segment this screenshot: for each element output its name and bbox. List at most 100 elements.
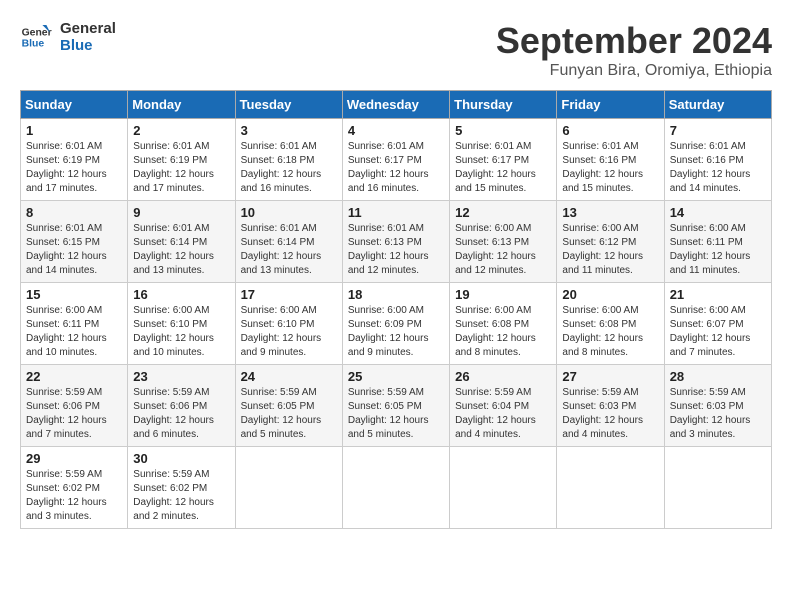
cell-2-4: 12 Sunrise: 6:00 AM Sunset: 6:13 PM Dayl… — [450, 201, 557, 283]
day-number: 27 — [562, 369, 658, 384]
cell-5-6 — [664, 447, 771, 529]
day-number: 28 — [670, 369, 766, 384]
day-number: 3 — [241, 123, 337, 138]
day-info: Sunrise: 5:59 AM Sunset: 6:04 PM Dayligh… — [455, 387, 536, 440]
day-number: 12 — [455, 205, 551, 220]
logo-text-blue: Blue — [60, 37, 116, 54]
cell-3-5: 20 Sunrise: 6:00 AM Sunset: 6:08 PM Dayl… — [557, 283, 664, 365]
cell-5-5 — [557, 447, 664, 529]
day-info: Sunrise: 6:00 AM Sunset: 6:10 PM Dayligh… — [133, 305, 214, 358]
cell-1-3: 4 Sunrise: 6:01 AM Sunset: 6:17 PM Dayli… — [342, 119, 449, 201]
day-info: Sunrise: 6:00 AM Sunset: 6:11 PM Dayligh… — [26, 305, 107, 358]
cell-5-4 — [450, 447, 557, 529]
cell-2-2: 10 Sunrise: 6:01 AM Sunset: 6:14 PM Dayl… — [235, 201, 342, 283]
header-monday: Monday — [128, 91, 235, 119]
day-info: Sunrise: 5:59 AM Sunset: 6:06 PM Dayligh… — [133, 387, 214, 440]
cell-2-1: 9 Sunrise: 6:01 AM Sunset: 6:14 PM Dayli… — [128, 201, 235, 283]
weekday-header-row: Sunday Monday Tuesday Wednesday Thursday… — [21, 91, 772, 119]
day-info: Sunrise: 6:01 AM Sunset: 6:17 PM Dayligh… — [348, 141, 429, 194]
cell-2-0: 8 Sunrise: 6:01 AM Sunset: 6:15 PM Dayli… — [21, 201, 128, 283]
day-info: Sunrise: 6:00 AM Sunset: 6:10 PM Dayligh… — [241, 305, 322, 358]
day-info: Sunrise: 6:00 AM Sunset: 6:09 PM Dayligh… — [348, 305, 429, 358]
day-info: Sunrise: 6:00 AM Sunset: 6:07 PM Dayligh… — [670, 305, 751, 358]
week-row-4: 22 Sunrise: 5:59 AM Sunset: 6:06 PM Dayl… — [21, 365, 772, 447]
day-info: Sunrise: 6:01 AM Sunset: 6:14 PM Dayligh… — [133, 223, 214, 276]
day-info: Sunrise: 6:01 AM Sunset: 6:17 PM Dayligh… — [455, 141, 536, 194]
day-info: Sunrise: 5:59 AM Sunset: 6:05 PM Dayligh… — [348, 387, 429, 440]
day-number: 14 — [670, 205, 766, 220]
day-number: 8 — [26, 205, 122, 220]
day-info: Sunrise: 6:01 AM Sunset: 6:15 PM Dayligh… — [26, 223, 107, 276]
day-number: 22 — [26, 369, 122, 384]
day-number: 10 — [241, 205, 337, 220]
cell-3-6: 21 Sunrise: 6:00 AM Sunset: 6:07 PM Dayl… — [664, 283, 771, 365]
cell-1-1: 2 Sunrise: 6:01 AM Sunset: 6:19 PM Dayli… — [128, 119, 235, 201]
day-number: 29 — [26, 451, 122, 466]
day-number: 11 — [348, 205, 444, 220]
month-title: September 2024 — [496, 20, 772, 62]
day-info: Sunrise: 6:01 AM Sunset: 6:19 PM Dayligh… — [133, 141, 214, 194]
cell-4-2: 24 Sunrise: 5:59 AM Sunset: 6:05 PM Dayl… — [235, 365, 342, 447]
day-info: Sunrise: 6:00 AM Sunset: 6:11 PM Dayligh… — [670, 223, 751, 276]
cell-4-6: 28 Sunrise: 5:59 AM Sunset: 6:03 PM Dayl… — [664, 365, 771, 447]
day-number: 4 — [348, 123, 444, 138]
cell-4-1: 23 Sunrise: 5:59 AM Sunset: 6:06 PM Dayl… — [128, 365, 235, 447]
day-number: 1 — [26, 123, 122, 138]
header-thursday: Thursday — [450, 91, 557, 119]
header-friday: Friday — [557, 91, 664, 119]
cell-5-2 — [235, 447, 342, 529]
title-section: September 2024 Funyan Bira, Oromiya, Eth… — [496, 20, 772, 80]
cell-5-3 — [342, 447, 449, 529]
cell-4-3: 25 Sunrise: 5:59 AM Sunset: 6:05 PM Dayl… — [342, 365, 449, 447]
day-number: 19 — [455, 287, 551, 302]
week-row-3: 15 Sunrise: 6:00 AM Sunset: 6:11 PM Dayl… — [21, 283, 772, 365]
logo: General Blue General Blue — [20, 20, 116, 54]
day-info: Sunrise: 6:00 AM Sunset: 6:08 PM Dayligh… — [562, 305, 643, 358]
cell-3-3: 18 Sunrise: 6:00 AM Sunset: 6:09 PM Dayl… — [342, 283, 449, 365]
cell-3-1: 16 Sunrise: 6:00 AM Sunset: 6:10 PM Dayl… — [128, 283, 235, 365]
cell-3-2: 17 Sunrise: 6:00 AM Sunset: 6:10 PM Dayl… — [235, 283, 342, 365]
logo-text-general: General — [60, 20, 116, 37]
day-info: Sunrise: 6:01 AM Sunset: 6:13 PM Dayligh… — [348, 223, 429, 276]
header-saturday: Saturday — [664, 91, 771, 119]
day-number: 13 — [562, 205, 658, 220]
page-header: General Blue General Blue September 2024… — [20, 20, 772, 80]
day-info: Sunrise: 5:59 AM Sunset: 6:02 PM Dayligh… — [133, 469, 214, 522]
cell-2-6: 14 Sunrise: 6:00 AM Sunset: 6:11 PM Dayl… — [664, 201, 771, 283]
day-number: 9 — [133, 205, 229, 220]
day-info: Sunrise: 6:01 AM Sunset: 6:19 PM Dayligh… — [26, 141, 107, 194]
location-title: Funyan Bira, Oromiya, Ethiopia — [496, 62, 772, 80]
header-wednesday: Wednesday — [342, 91, 449, 119]
day-info: Sunrise: 5:59 AM Sunset: 6:03 PM Dayligh… — [670, 387, 751, 440]
week-row-2: 8 Sunrise: 6:01 AM Sunset: 6:15 PM Dayli… — [21, 201, 772, 283]
day-info: Sunrise: 6:01 AM Sunset: 6:16 PM Dayligh… — [562, 141, 643, 194]
day-number: 26 — [455, 369, 551, 384]
cell-4-4: 26 Sunrise: 5:59 AM Sunset: 6:04 PM Dayl… — [450, 365, 557, 447]
cell-1-6: 7 Sunrise: 6:01 AM Sunset: 6:16 PM Dayli… — [664, 119, 771, 201]
day-info: Sunrise: 5:59 AM Sunset: 6:05 PM Dayligh… — [241, 387, 322, 440]
logo-icon: General Blue — [20, 21, 52, 53]
day-number: 7 — [670, 123, 766, 138]
day-info: Sunrise: 6:00 AM Sunset: 6:12 PM Dayligh… — [562, 223, 643, 276]
day-info: Sunrise: 5:59 AM Sunset: 6:03 PM Dayligh… — [562, 387, 643, 440]
header-sunday: Sunday — [21, 91, 128, 119]
svg-text:Blue: Blue — [22, 39, 45, 50]
day-number: 6 — [562, 123, 658, 138]
day-info: Sunrise: 6:01 AM Sunset: 6:18 PM Dayligh… — [241, 141, 322, 194]
day-number: 30 — [133, 451, 229, 466]
day-number: 24 — [241, 369, 337, 384]
cell-3-4: 19 Sunrise: 6:00 AM Sunset: 6:08 PM Dayl… — [450, 283, 557, 365]
header-tuesday: Tuesday — [235, 91, 342, 119]
day-info: Sunrise: 6:00 AM Sunset: 6:13 PM Dayligh… — [455, 223, 536, 276]
day-number: 25 — [348, 369, 444, 384]
day-info: Sunrise: 6:01 AM Sunset: 6:14 PM Dayligh… — [241, 223, 322, 276]
cell-2-3: 11 Sunrise: 6:01 AM Sunset: 6:13 PM Dayl… — [342, 201, 449, 283]
cell-4-5: 27 Sunrise: 5:59 AM Sunset: 6:03 PM Dayl… — [557, 365, 664, 447]
day-number: 15 — [26, 287, 122, 302]
calendar-table: Sunday Monday Tuesday Wednesday Thursday… — [20, 90, 772, 529]
day-info: Sunrise: 5:59 AM Sunset: 6:02 PM Dayligh… — [26, 469, 107, 522]
day-number: 16 — [133, 287, 229, 302]
week-row-1: 1 Sunrise: 6:01 AM Sunset: 6:19 PM Dayli… — [21, 119, 772, 201]
cell-4-0: 22 Sunrise: 5:59 AM Sunset: 6:06 PM Dayl… — [21, 365, 128, 447]
day-info: Sunrise: 6:01 AM Sunset: 6:16 PM Dayligh… — [670, 141, 751, 194]
